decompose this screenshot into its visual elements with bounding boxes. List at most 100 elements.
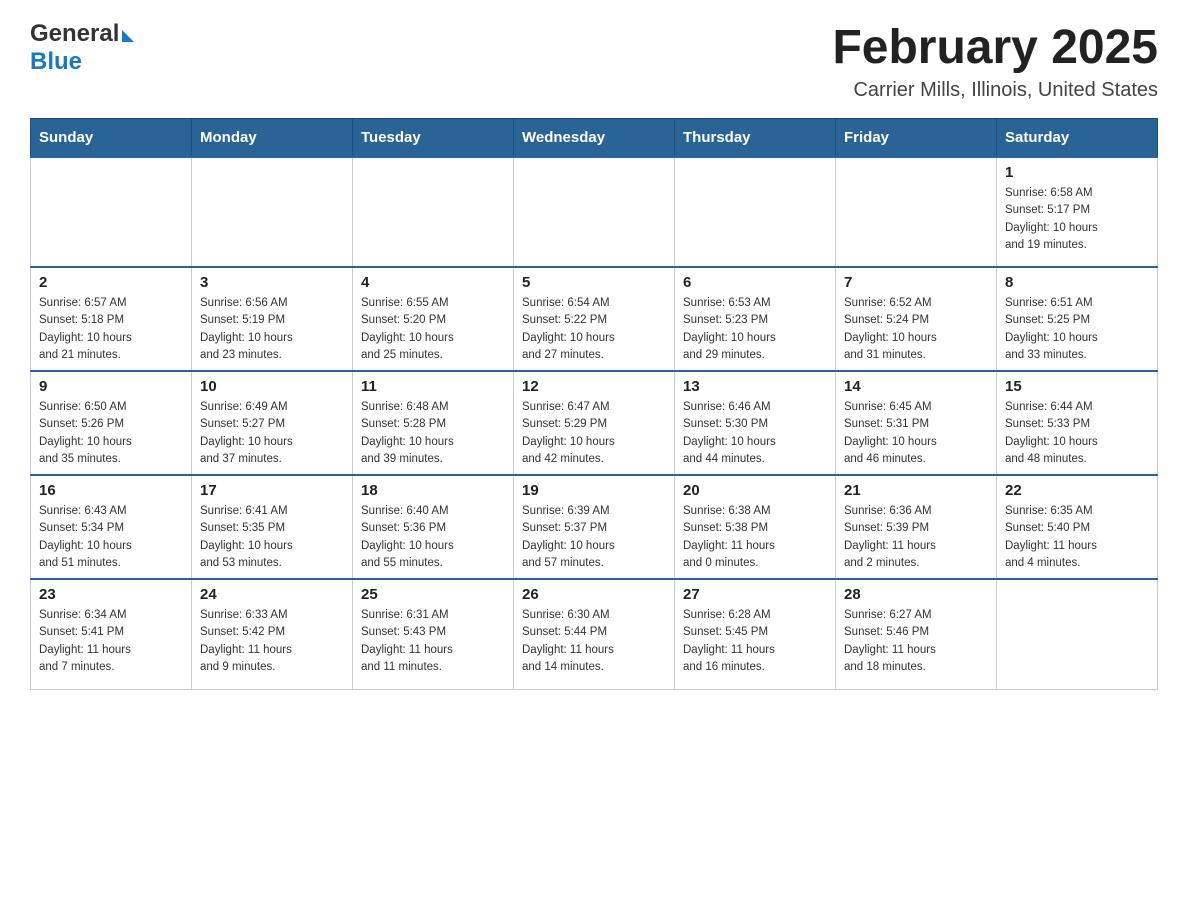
day-number: 2	[39, 274, 183, 291]
day-number: 14	[844, 378, 988, 395]
day-number: 17	[200, 482, 344, 499]
week-row-4: 16 Sunrise: 6:43 AM Sunset: 5:34 PM Dayli…	[31, 475, 1158, 579]
calendar-cell: 9 Sunrise: 6:50 AM Sunset: 5:26 PM Daylig…	[31, 371, 192, 475]
day-info: Sunrise: 6:39 AM Sunset: 5:37 PM Dayligh…	[522, 503, 666, 572]
calendar-cell: 4Sunrise: 6:55 AM Sunset: 5:20 PM Daylig…	[353, 267, 514, 371]
calendar-cell: 10 Sunrise: 6:49 AM Sunset: 5:27 PM Dayli…	[192, 371, 353, 475]
day-info: Sunrise: 6:57 AM Sunset: 5:18 PM Dayligh…	[39, 295, 183, 364]
calendar-cell	[192, 157, 353, 267]
day-info: Sunrise: 6:50 AM Sunset: 5:26 PM Dayligh…	[39, 399, 183, 468]
calendar-cell: 2 Sunrise: 6:57 AM Sunset: 5:18 PM Daylig…	[31, 267, 192, 371]
day-info: Sunrise: 6:58 AM Sunset: 5:17 PM Dayligh…	[1005, 185, 1149, 254]
calendar-cell	[675, 157, 836, 267]
calendar-cell: 20 Sunrise: 6:38 AM Sunset: 5:38 PM Dayli…	[675, 475, 836, 579]
day-info: Sunrise: 6:35 AM Sunset: 5:40 PM Dayligh…	[1005, 503, 1149, 572]
calendar-cell	[514, 157, 675, 267]
day-number: 23	[39, 586, 183, 603]
day-info: Sunrise: 6:54 AM Sunset: 5:22 PM Dayligh…	[522, 295, 666, 364]
calendar-cell: 13 Sunrise: 6:46 AM Sunset: 5:30 PM Dayli…	[675, 371, 836, 475]
day-number: 25	[361, 586, 505, 603]
calendar-cell: 11Sunrise: 6:48 AM Sunset: 5:28 PM Dayli…	[353, 371, 514, 475]
day-number: 24	[200, 586, 344, 603]
week-row-2: 2 Sunrise: 6:57 AM Sunset: 5:18 PM Daylig…	[31, 267, 1158, 371]
calendar-cell	[836, 157, 997, 267]
calendar-cell: 25 Sunrise: 6:31 AM Sunset: 5:43 PM Dayli…	[353, 579, 514, 689]
day-info: Sunrise: 6:41 AM Sunset: 5:35 PM Dayligh…	[200, 503, 344, 572]
day-number: 12	[522, 378, 666, 395]
calendar-cell: 1 Sunrise: 6:58 AM Sunset: 5:17 PM Daylig…	[997, 157, 1158, 267]
page-title: February 2025	[832, 20, 1158, 75]
calendar-cell	[997, 579, 1158, 689]
calendar-cell	[31, 157, 192, 267]
calendar-cell: 12 Sunrise: 6:47 AM Sunset: 5:29 PM Dayli…	[514, 371, 675, 475]
day-info: Sunrise: 6:51 AM Sunset: 5:25 PM Dayligh…	[1005, 295, 1149, 364]
calendar-cell: 6 Sunrise: 6:53 AM Sunset: 5:23 PM Daylig…	[675, 267, 836, 371]
day-number: 27	[683, 586, 827, 603]
day-number: 9	[39, 378, 183, 395]
calendar-header-wednesday: Wednesday	[514, 119, 675, 158]
day-number: 7	[844, 274, 988, 291]
day-info: Sunrise: 6:36 AM Sunset: 5:39 PM Dayligh…	[844, 503, 988, 572]
page-subtitle: Carrier Mills, Illinois, United States	[832, 79, 1158, 102]
day-number: 28	[844, 586, 988, 603]
day-info: Sunrise: 6:47 AM Sunset: 5:29 PM Dayligh…	[522, 399, 666, 468]
day-number: 15	[1005, 378, 1149, 395]
logo-blue: Blue	[30, 48, 82, 75]
logo-arrow-icon	[122, 30, 134, 42]
calendar-cell: 18Sunrise: 6:40 AM Sunset: 5:36 PM Dayli…	[353, 475, 514, 579]
day-number: 16	[39, 482, 183, 499]
day-info: Sunrise: 6:46 AM Sunset: 5:30 PM Dayligh…	[683, 399, 827, 468]
calendar-cell: 15 Sunrise: 6:44 AM Sunset: 5:33 PM Dayli…	[997, 371, 1158, 475]
title-area: February 2025 Carrier Mills, Illinois, U…	[832, 20, 1158, 102]
calendar-header-saturday: Saturday	[997, 119, 1158, 158]
calendar-cell: 16 Sunrise: 6:43 AM Sunset: 5:34 PM Dayli…	[31, 475, 192, 579]
calendar-cell: 19 Sunrise: 6:39 AM Sunset: 5:37 PM Dayli…	[514, 475, 675, 579]
day-number: 10	[200, 378, 344, 395]
logo: General Blue	[30, 20, 134, 76]
day-number: 20	[683, 482, 827, 499]
week-row-5: 23Sunrise: 6:34 AM Sunset: 5:41 PM Dayli…	[31, 579, 1158, 689]
day-number: 13	[683, 378, 827, 395]
day-info: Sunrise: 6:53 AM Sunset: 5:23 PM Dayligh…	[683, 295, 827, 364]
day-info: Sunrise: 6:45 AM Sunset: 5:31 PM Dayligh…	[844, 399, 988, 468]
calendar-cell: 5 Sunrise: 6:54 AM Sunset: 5:22 PM Daylig…	[514, 267, 675, 371]
calendar-cell: 27 Sunrise: 6:28 AM Sunset: 5:45 PM Dayli…	[675, 579, 836, 689]
calendar-cell: 21 Sunrise: 6:36 AM Sunset: 5:39 PM Dayli…	[836, 475, 997, 579]
calendar-header-row: SundayMondayTuesdayWednesdayThursdayFrid…	[31, 119, 1158, 158]
day-info: Sunrise: 6:38 AM Sunset: 5:38 PM Dayligh…	[683, 503, 827, 572]
day-info: Sunrise: 6:49 AM Sunset: 5:27 PM Dayligh…	[200, 399, 344, 468]
day-info: Sunrise: 6:30 AM Sunset: 5:44 PM Dayligh…	[522, 607, 666, 676]
day-info: Sunrise: 6:43 AM Sunset: 5:34 PM Dayligh…	[39, 503, 183, 572]
calendar-cell: 28 Sunrise: 6:27 AM Sunset: 5:46 PM Dayli…	[836, 579, 997, 689]
calendar-header-friday: Friday	[836, 119, 997, 158]
calendar-cell: 26Sunrise: 6:30 AM Sunset: 5:44 PM Dayli…	[514, 579, 675, 689]
header: General Blue February 2025 Carrier Mills…	[30, 20, 1158, 102]
calendar-cell: 24 Sunrise: 6:33 AM Sunset: 5:42 PM Dayli…	[192, 579, 353, 689]
week-row-3: 9 Sunrise: 6:50 AM Sunset: 5:26 PM Daylig…	[31, 371, 1158, 475]
day-info: Sunrise: 6:33 AM Sunset: 5:42 PM Dayligh…	[200, 607, 344, 676]
day-info: Sunrise: 6:52 AM Sunset: 5:24 PM Dayligh…	[844, 295, 988, 364]
day-number: 5	[522, 274, 666, 291]
day-number: 19	[522, 482, 666, 499]
calendar-cell: 22Sunrise: 6:35 AM Sunset: 5:40 PM Dayli…	[997, 475, 1158, 579]
day-info: Sunrise: 6:31 AM Sunset: 5:43 PM Dayligh…	[361, 607, 505, 676]
calendar-cell: 7 Sunrise: 6:52 AM Sunset: 5:24 PM Daylig…	[836, 267, 997, 371]
calendar-table: SundayMondayTuesdayWednesdayThursdayFrid…	[30, 118, 1158, 690]
day-number: 1	[1005, 164, 1149, 181]
day-number: 21	[844, 482, 988, 499]
calendar-header-thursday: Thursday	[675, 119, 836, 158]
day-number: 3	[200, 274, 344, 291]
day-number: 18	[361, 482, 505, 499]
day-info: Sunrise: 6:28 AM Sunset: 5:45 PM Dayligh…	[683, 607, 827, 676]
day-info: Sunrise: 6:44 AM Sunset: 5:33 PM Dayligh…	[1005, 399, 1149, 468]
calendar-cell: 23Sunrise: 6:34 AM Sunset: 5:41 PM Dayli…	[31, 579, 192, 689]
calendar-header-monday: Monday	[192, 119, 353, 158]
day-info: Sunrise: 6:27 AM Sunset: 5:46 PM Dayligh…	[844, 607, 988, 676]
day-number: 11	[361, 378, 505, 395]
calendar-header-tuesday: Tuesday	[353, 119, 514, 158]
day-number: 4	[361, 274, 505, 291]
calendar-cell: 14 Sunrise: 6:45 AM Sunset: 5:31 PM Dayli…	[836, 371, 997, 475]
calendar-header-sunday: Sunday	[31, 119, 192, 158]
calendar-cell: 3Sunrise: 6:56 AM Sunset: 5:19 PM Daylig…	[192, 267, 353, 371]
day-number: 6	[683, 274, 827, 291]
